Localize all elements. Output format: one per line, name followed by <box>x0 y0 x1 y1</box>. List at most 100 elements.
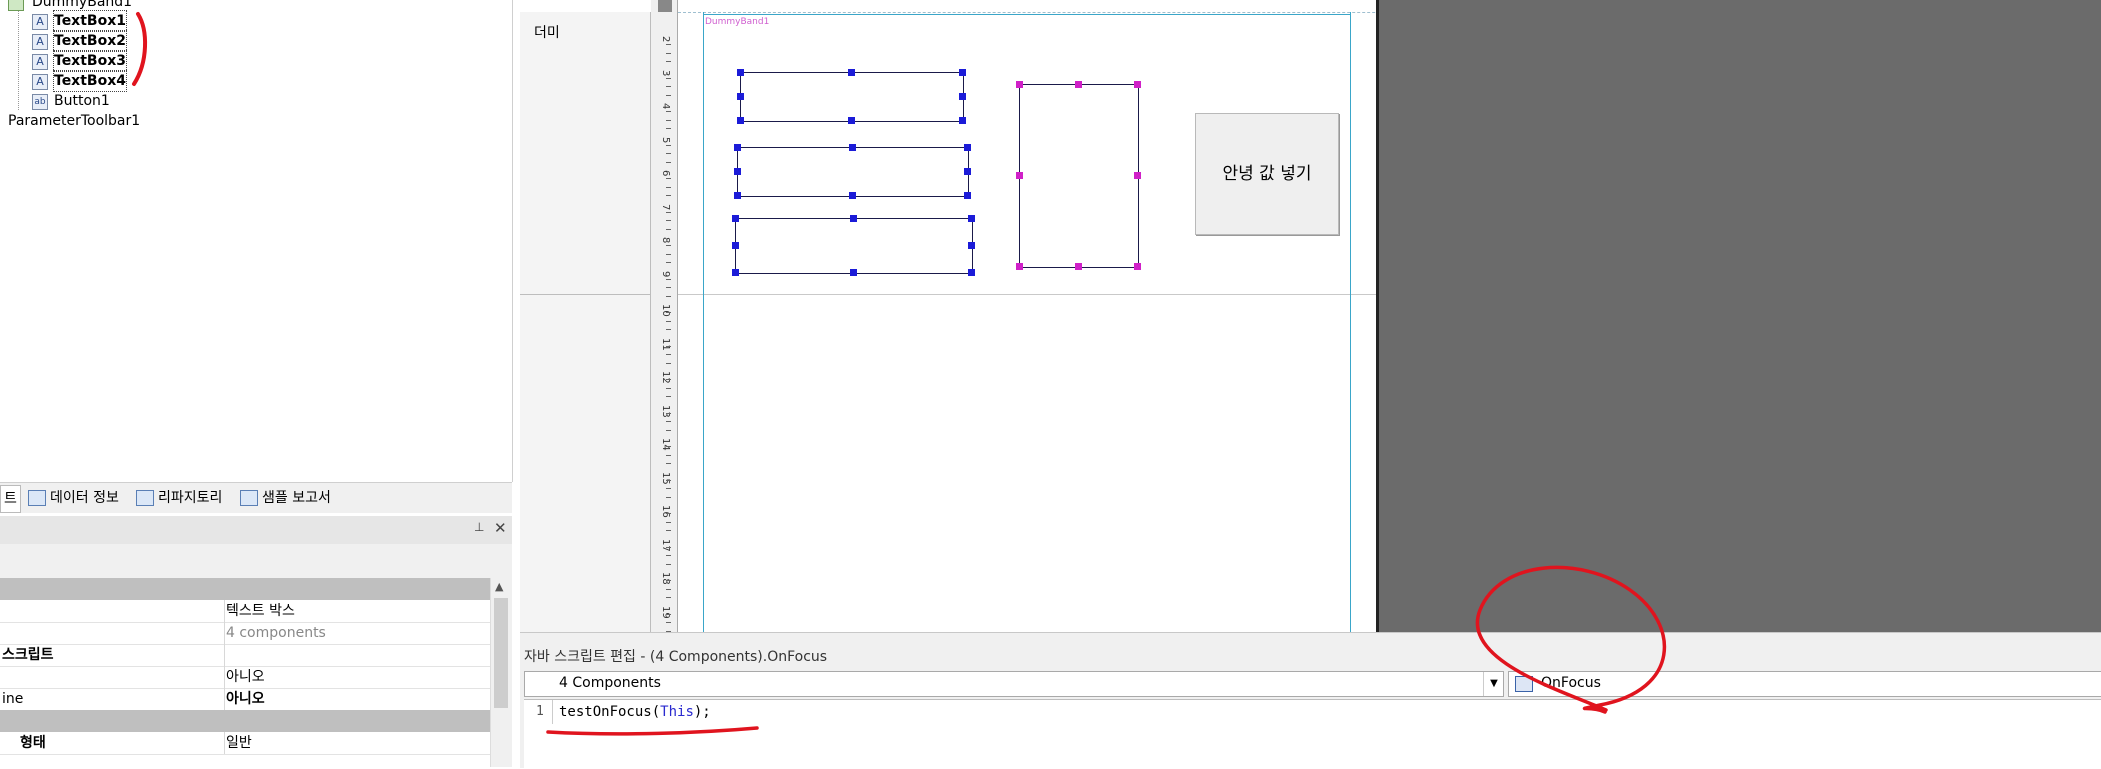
ruler-tick <box>666 555 671 557</box>
bottom-tab-strip: 트 데이터 정보 리파지토리 샘플 보고서 <box>0 482 512 513</box>
resize-handle[interactable] <box>964 192 971 199</box>
ruler-tick <box>666 94 671 96</box>
textbox-2[interactable] <box>737 147 969 197</box>
resize-handle[interactable] <box>964 168 971 175</box>
ruler-tick <box>666 211 671 213</box>
band-label: 더미 <box>534 25 560 41</box>
resize-handle[interactable] <box>732 242 739 249</box>
resize-handle[interactable] <box>849 144 856 151</box>
ruler-tick <box>666 52 671 54</box>
resize-handle[interactable] <box>1134 81 1141 88</box>
resize-handle[interactable] <box>1016 172 1023 179</box>
resize-handle[interactable] <box>1134 263 1141 270</box>
resize-handle[interactable] <box>732 215 739 222</box>
ruler-number: 4 <box>660 103 671 110</box>
ruler-tick <box>666 77 671 79</box>
band-icon <box>8 0 24 11</box>
ruler-tick <box>666 312 671 314</box>
ruler-tick <box>666 61 671 63</box>
property-row[interactable]: 텍스트 박스 <box>0 600 490 623</box>
ruler-tick <box>666 496 671 498</box>
ruler-tick <box>666 379 671 381</box>
property-row[interactable]: 형태 일반 <box>0 732 490 755</box>
resize-handle[interactable] <box>959 117 966 124</box>
resize-handle[interactable] <box>737 117 744 124</box>
scroll-up-icon[interactable]: ▲ <box>495 580 503 593</box>
sample-report-icon <box>240 490 258 506</box>
pin-icon[interactable]: ⊥ <box>474 520 484 534</box>
resize-handle[interactable] <box>1075 81 1082 88</box>
tab-sample-report[interactable]: 샘플 보고서 <box>240 485 331 511</box>
textbox-4[interactable] <box>1019 84 1139 268</box>
resize-handle[interactable] <box>968 215 975 222</box>
resize-handle[interactable] <box>737 69 744 76</box>
ruler-number: 3 <box>660 69 671 76</box>
scroll-thumb[interactable] <box>494 598 508 708</box>
repository-icon <box>136 490 154 506</box>
ruler-tick <box>666 295 671 297</box>
data-info-icon <box>28 490 46 506</box>
property-category <box>0 710 490 732</box>
ruler-tick <box>666 119 671 121</box>
event-select[interactable]: OnFocus <box>1508 671 2101 697</box>
resize-handle[interactable] <box>849 192 856 199</box>
object-select[interactable]: 4 Components ▼ <box>524 671 1504 697</box>
event-icon <box>1515 676 1533 692</box>
resize-handle[interactable] <box>734 144 741 151</box>
code-editor[interactable]: 1 testOnFocus(This); <box>524 699 2101 769</box>
ruler-tick <box>666 446 671 448</box>
dropdown-arrow-icon[interactable]: ▼ <box>1483 672 1504 696</box>
ruler-tick <box>666 186 671 188</box>
resize-handle[interactable] <box>959 93 966 100</box>
close-icon[interactable]: ✕ <box>494 519 507 537</box>
resize-handle[interactable] <box>968 242 975 249</box>
textbox-3[interactable] <box>735 218 973 274</box>
property-scrollbar[interactable]: ▲ <box>490 578 511 767</box>
resize-handle[interactable] <box>1016 81 1023 88</box>
property-row[interactable]: ine 아니오 <box>0 688 490 711</box>
ruler-tick <box>666 220 671 222</box>
ruler-tick <box>666 588 671 590</box>
tree-item-label: TextBox1 <box>53 10 127 32</box>
ruler-tick <box>666 521 671 523</box>
resize-handle[interactable] <box>734 192 741 199</box>
tab-repository[interactable]: 리파지토리 <box>136 485 222 511</box>
resize-handle[interactable] <box>1016 263 1023 270</box>
property-row[interactable]: 스크립트 <box>0 644 490 667</box>
ruler-tick <box>666 412 671 414</box>
ruler-number: 8 <box>660 237 671 244</box>
ruler-tick <box>666 563 671 565</box>
resize-handle[interactable] <box>848 69 855 76</box>
tree-item-parametertoolbar[interactable]: ParameterToolbar1 <box>8 111 140 131</box>
ruler-number: 10 <box>660 304 671 317</box>
ruler-tick <box>666 111 671 113</box>
ruler-tick <box>666 622 671 624</box>
resize-handle[interactable] <box>1075 263 1082 270</box>
ruler-number: 17 <box>660 538 671 552</box>
resize-handle[interactable] <box>737 93 744 100</box>
textbox-1[interactable] <box>740 72 964 122</box>
resize-handle[interactable] <box>732 269 739 276</box>
resize-handle[interactable] <box>848 117 855 124</box>
ruler-number: 15 <box>660 471 671 485</box>
ruler-tick <box>666 253 671 255</box>
resize-handle[interactable] <box>850 215 857 222</box>
resize-handle[interactable] <box>1134 172 1141 179</box>
property-row[interactable]: 아니오 <box>0 666 490 689</box>
resize-handle[interactable] <box>959 69 966 76</box>
ruler-number: 11 <box>660 337 671 351</box>
ruler-tick <box>666 387 671 389</box>
ruler-tick <box>666 86 671 88</box>
ruler-number: 14 <box>660 438 671 451</box>
resize-handle[interactable] <box>964 144 971 151</box>
resize-handle[interactable] <box>968 269 975 276</box>
property-row[interactable]: 4 components <box>0 622 490 645</box>
tab-partial[interactable]: 트 <box>0 485 21 513</box>
report-button[interactable]: 안녕 값 넣기 <box>1195 113 1339 235</box>
band-header[interactable]: 더미 <box>520 12 651 295</box>
resize-handle[interactable] <box>734 168 741 175</box>
ruler-number: 12 <box>660 371 671 384</box>
tab-data-info[interactable]: 데이터 정보 <box>28 485 119 511</box>
resize-handle[interactable] <box>850 269 857 276</box>
ruler-tick <box>666 144 671 146</box>
